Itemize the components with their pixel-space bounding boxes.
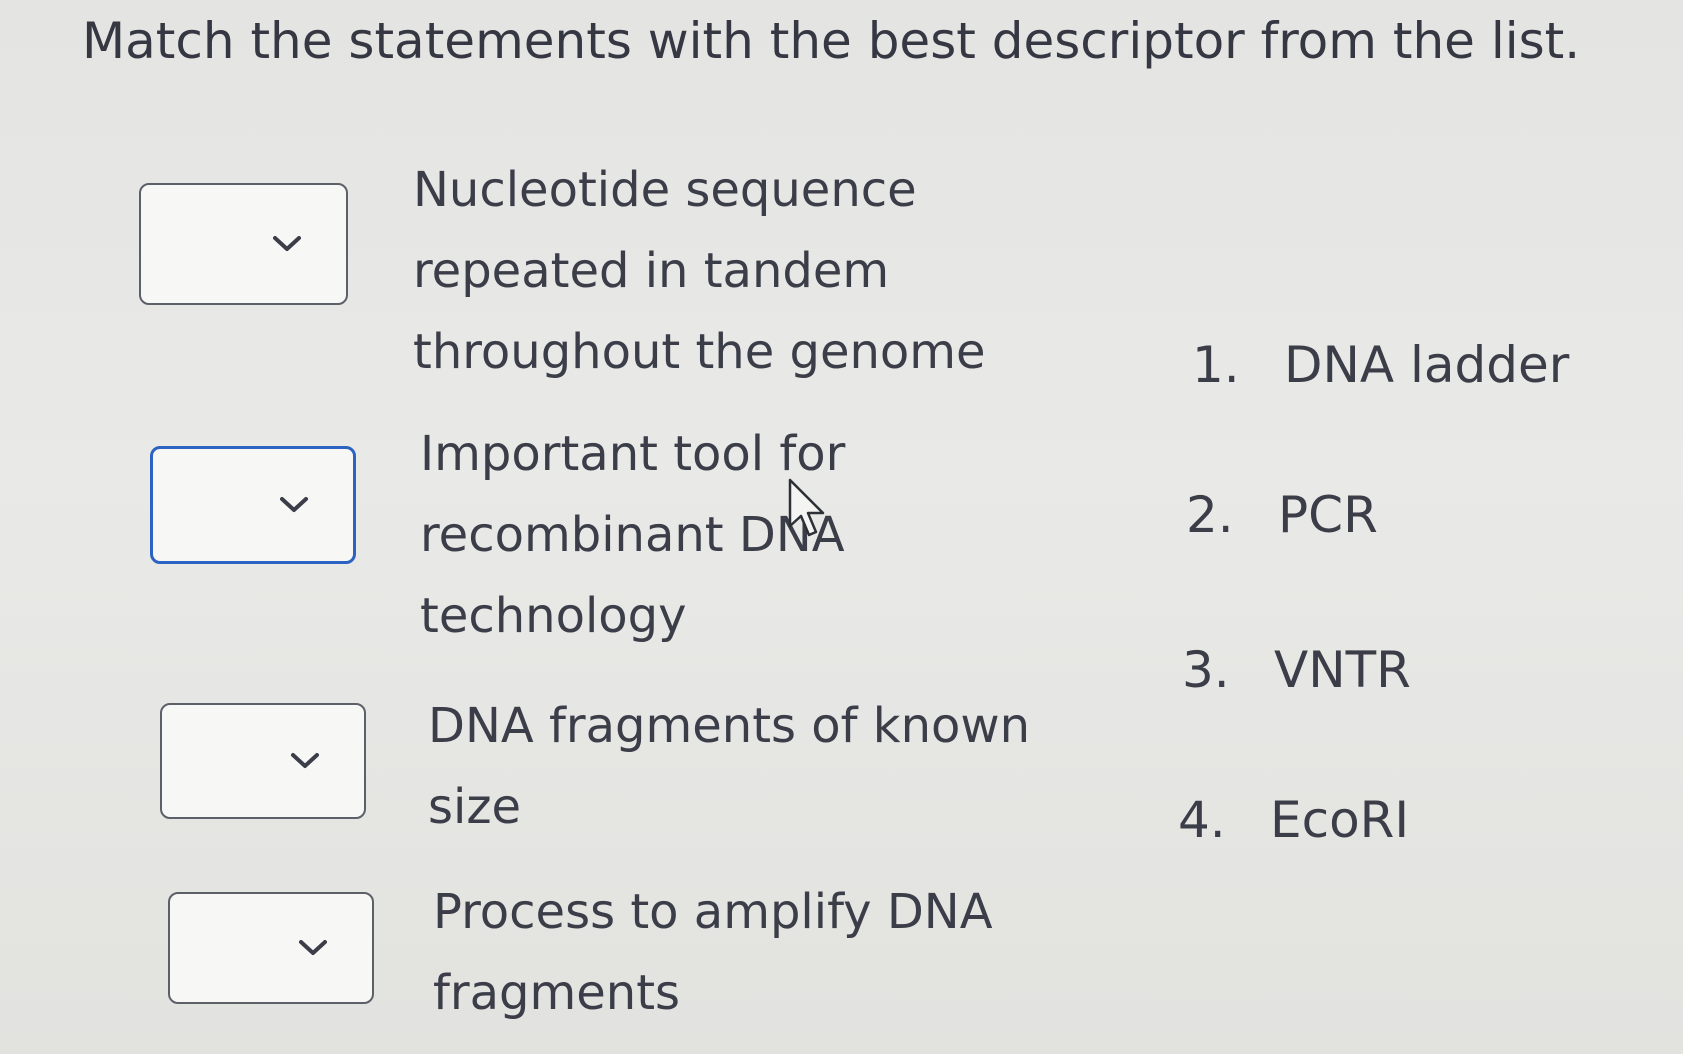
option-number: 4.	[1178, 791, 1226, 849]
statement-text-2: Important tool for recombinant DNA techn…	[420, 426, 846, 644]
descriptor-option-2: 2. PCR	[1186, 480, 1378, 550]
option-label: PCR	[1278, 486, 1378, 544]
chevron-down-icon	[280, 497, 308, 512]
statement-text-3: DNA fragments of known size	[428, 698, 1031, 835]
question-instructions: Match the statements with the best descr…	[82, 12, 1581, 70]
option-label: VNTR	[1274, 641, 1411, 699]
option-number: 1.	[1192, 336, 1240, 394]
chevron-down-icon	[273, 236, 301, 251]
statement-text-4: Process to amplify DNA fragments	[433, 884, 993, 1021]
descriptor-option-4: 4. EcoRI	[1178, 785, 1409, 855]
chevron-down-icon	[291, 753, 319, 768]
matching-question: Match the statements with the best descr…	[0, 0, 1683, 1054]
chevron-down-icon	[299, 940, 327, 955]
option-label: EcoRI	[1270, 791, 1410, 849]
statement-text-1: Nucleotide sequence repeated in tandem t…	[413, 162, 986, 380]
option-label: DNA ladder	[1284, 336, 1570, 394]
answer-select-2[interactable]	[150, 446, 356, 564]
answer-select-4[interactable]	[168, 892, 374, 1004]
option-number: 2.	[1186, 486, 1234, 544]
option-number: 3.	[1182, 641, 1230, 699]
descriptor-option-1: 1. DNA ladder	[1192, 330, 1569, 400]
descriptor-option-3: 3. VNTR	[1182, 635, 1411, 705]
answer-select-3[interactable]	[160, 703, 366, 819]
answer-select-1[interactable]	[139, 183, 348, 305]
